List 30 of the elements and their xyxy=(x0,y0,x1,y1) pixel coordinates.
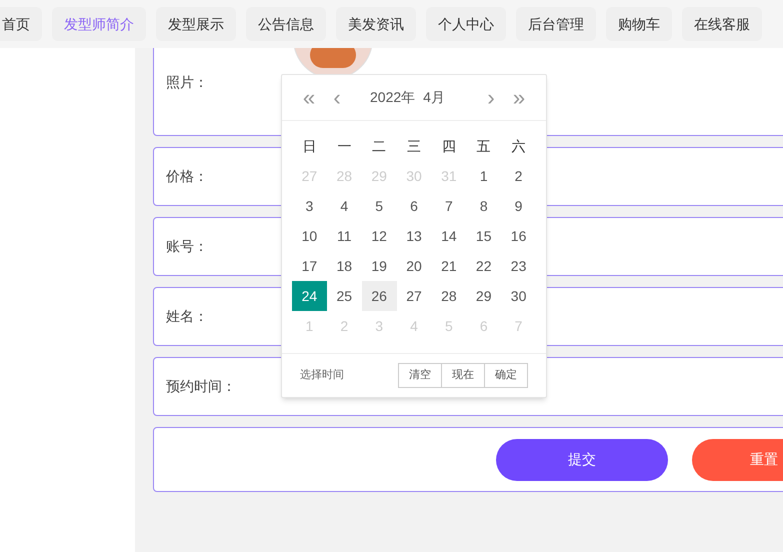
weekday-header: 日 xyxy=(301,136,318,156)
field-label: 账号： xyxy=(166,237,209,256)
nav-tab[interactable]: 发型展示 xyxy=(156,7,236,41)
weekday-header: 四 xyxy=(440,136,457,156)
nav-tab[interactable]: 购物车 xyxy=(606,7,672,41)
nav-tab[interactable]: 发型师简介 xyxy=(52,7,146,41)
year-label[interactable]: 2022年 xyxy=(370,87,416,108)
picker-footer-button[interactable]: 清空 xyxy=(398,363,442,388)
field-label: 姓名： xyxy=(166,307,209,326)
nav-tab[interactable]: 美发资讯 xyxy=(336,7,416,41)
nav-tab[interactable]: 后台管理 xyxy=(516,7,596,41)
submit-button[interactable]: 提交 xyxy=(496,438,668,480)
field-label: 价格： xyxy=(166,167,209,186)
picker-footer-button[interactable]: 确定 xyxy=(484,363,528,388)
nav-tab[interactable]: 公告信息 xyxy=(246,7,326,41)
nav-tab[interactable]: 个人中心 xyxy=(426,7,506,41)
nav-tab[interactable]: 首页 xyxy=(0,7,42,41)
field-label: 预约时间： xyxy=(166,377,237,396)
month-label[interactable]: 4月 xyxy=(423,87,445,108)
weekday-header: 三 xyxy=(406,136,422,156)
nav-tab[interactable]: 在线客服 xyxy=(682,7,762,41)
weekday-header: 六 xyxy=(510,136,527,156)
calendar-day[interactable]: 24 xyxy=(292,281,327,311)
picker-footer-button[interactable]: 现在 xyxy=(441,363,485,388)
weekday-header: 一 xyxy=(336,136,352,156)
select-time-link[interactable]: 选择时间 xyxy=(300,367,344,384)
weekday-header: 五 xyxy=(476,136,492,156)
weekday-header: 二 xyxy=(371,136,388,156)
field-label: 照片： xyxy=(166,72,209,92)
calendar-day[interactable]: 26 xyxy=(362,281,397,311)
